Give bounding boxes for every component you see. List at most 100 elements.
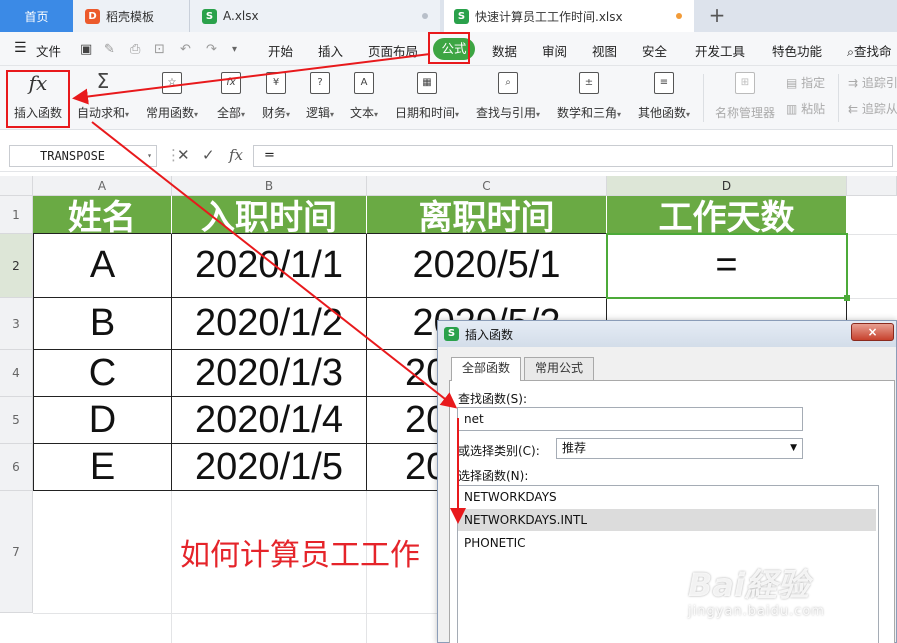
cell-b3[interactable]: 2020/1/2 (172, 298, 367, 350)
text-functions-button[interactable]: A 文本▾ (344, 72, 384, 121)
hamburger-icon[interactable]: ☰ (14, 40, 27, 56)
fx-icon[interactable]: fx (229, 146, 243, 164)
tab-common-formulas[interactable]: 常用公式 (524, 357, 595, 380)
datetime-label: 日期和时间 (394, 106, 455, 120)
row-header-1[interactable]: 1 (0, 196, 33, 234)
logic-button[interactable]: ? 逻辑▾ (300, 72, 340, 121)
tab-template-label: 稻壳模板 (106, 9, 155, 24)
watermark-logo: Bai経验 (688, 566, 809, 604)
lookup-button[interactable]: ⌕ 查找与引用▾ (471, 72, 545, 121)
chevron-down-icon[interactable]: ▾ (147, 146, 152, 166)
row-header-2[interactable]: 2 (0, 234, 33, 298)
finance-label: 财务 (261, 106, 286, 120)
selected-cell-outline (606, 233, 848, 299)
unsaved-dot-icon (422, 13, 428, 19)
trace-precedents-button[interactable]: ⇉ 追踪引 (848, 74, 897, 91)
trace-dependents-button[interactable]: ⇇ 追踪从 (848, 100, 897, 117)
menu-special[interactable]: 特色功能 (772, 41, 822, 60)
function-list-item[interactable]: NETWORKDAYS.INTL (458, 509, 876, 531)
all-functions-label: 全部 (216, 106, 241, 120)
menu-review[interactable]: 审阅 (542, 41, 567, 60)
other-functions-button[interactable]: ≡ 其他函数▾ (633, 72, 695, 121)
select-all-corner[interactable] (0, 176, 33, 196)
name-manager-button[interactable]: ⊞ 名称管理器 (712, 72, 778, 121)
cell-b5[interactable]: 2020/1/4 (172, 397, 367, 444)
format-painter-icon[interactable]: ✎ (104, 42, 115, 57)
customize-chevron-icon[interactable]: ▾ (232, 44, 237, 55)
function-list-item[interactable]: PHONETIC (458, 532, 876, 554)
cell-a4[interactable]: C (33, 350, 172, 397)
fill-handle[interactable] (844, 295, 850, 301)
header-cell-start-date[interactable]: 入职时间 (172, 196, 367, 237)
menu-file[interactable]: 文件 (36, 41, 61, 60)
cell-b4[interactable]: 2020/1/3 (172, 350, 367, 397)
cell-a5[interactable]: D (33, 397, 172, 444)
undo-icon[interactable]: ↶ (180, 42, 191, 57)
cell-a6[interactable]: E (33, 444, 172, 491)
star-doc-icon: ☆ (162, 72, 182, 94)
row-header-7[interactable]: 7 (0, 491, 33, 613)
cell-b6[interactable]: 2020/1/5 (172, 444, 367, 491)
spreadsheet-icon: S (454, 8, 469, 24)
cell-a3[interactable]: B (33, 298, 172, 350)
dialog-titlebar[interactable]: S 插入函数 × (438, 321, 896, 347)
menu-data[interactable]: 数据 (492, 41, 517, 60)
gridline (847, 298, 897, 299)
define-name-label: 指定 (801, 76, 826, 90)
redo-icon[interactable]: ↷ (206, 42, 217, 57)
row-header-5[interactable]: 5 (0, 397, 33, 444)
all-functions-button[interactable]: fx 全部▾ (211, 72, 251, 121)
cancel-icon[interactable]: ✕ (177, 146, 190, 164)
search-command[interactable]: ⌕查找命 (847, 41, 892, 60)
tab-template[interactable]: D 稻壳模板 (73, 0, 190, 32)
caption-text: 如何计算员工工作 (180, 538, 420, 573)
cell-a2[interactable]: A (33, 234, 172, 298)
column-header-e[interactable] (847, 176, 897, 196)
math-button[interactable]: ± 数学和三角▾ (552, 72, 626, 121)
ribbon-divider (838, 74, 839, 122)
insert-function-dialog: S 插入函数 × 全部函数 常用公式 查找函数(S): net 或选择类别(C)… (437, 320, 897, 643)
new-tab-button[interactable]: + (706, 4, 728, 26)
close-button[interactable]: × (851, 323, 894, 341)
row-header-4[interactable]: 4 (0, 350, 33, 397)
category-select[interactable]: 推荐 ▼ (556, 438, 803, 459)
row-header-6[interactable]: 6 (0, 444, 33, 491)
text-functions-label: 文本 (349, 106, 374, 120)
autosum-button[interactable]: Σ 自动求和▾ (74, 71, 132, 121)
header-cell-workdays[interactable]: 工作天数 (607, 196, 847, 237)
menu-insert[interactable]: 插入 (318, 41, 343, 60)
tab-home[interactable]: 首页 (0, 0, 73, 32)
row-header-3[interactable]: 3 (0, 298, 33, 350)
name-box[interactable]: TRANSPOSE ▾ (9, 145, 157, 167)
header-cell-end-date[interactable]: 离职时间 (367, 196, 607, 237)
datetime-button[interactable]: ▦ 日期和时间▾ (390, 72, 464, 121)
formula-input[interactable]: = (253, 145, 893, 167)
define-name-button[interactable]: ▤ 指定 (786, 74, 825, 91)
print-icon[interactable]: ⎙ (130, 42, 140, 57)
header-cell-name[interactable]: 姓名 (33, 196, 172, 237)
baidu-watermark: Bai経验 jingyan.baidu.com (688, 560, 825, 619)
paste-name-button[interactable]: ▥ 粘贴 (786, 100, 825, 117)
menu-security[interactable]: 安全 (642, 41, 667, 60)
search-function-input[interactable]: net (457, 407, 803, 431)
tab-active-file[interactable]: S 快速计算员工工作时间.xlsx (444, 0, 694, 32)
save-icon[interactable]: ▣ (80, 42, 92, 57)
formula-highlight-box (428, 32, 470, 64)
finance-button[interactable]: ¥ 财务▾ (256, 72, 296, 121)
menu-developer[interactable]: 开发工具 (695, 41, 745, 60)
print-preview-icon[interactable]: ⊡ (154, 42, 165, 57)
menu-view[interactable]: 视图 (592, 41, 617, 60)
function-list-item[interactable]: NETWORKDAYS (458, 486, 876, 508)
cell-b2[interactable]: 2020/1/1 (172, 234, 367, 298)
tab-all-functions[interactable]: 全部函数 (451, 357, 522, 381)
tab-file-a[interactable]: S A.xlsx (190, 0, 440, 32)
cell-c2[interactable]: 2020/5/1 (367, 234, 607, 298)
confirm-icon[interactable]: ✓ (202, 146, 215, 164)
chevron-down-icon[interactable]: ▼ (790, 439, 797, 458)
list-doc-icon: ≡ (654, 72, 674, 94)
spreadsheet-icon: S (202, 8, 217, 24)
plus-minus-doc-icon: ± (579, 72, 599, 94)
common-functions-button[interactable]: ☆ 常用函数▾ (142, 72, 202, 121)
menu-page-layout[interactable]: 页面布局 (368, 41, 418, 60)
menu-start[interactable]: 开始 (268, 41, 293, 60)
